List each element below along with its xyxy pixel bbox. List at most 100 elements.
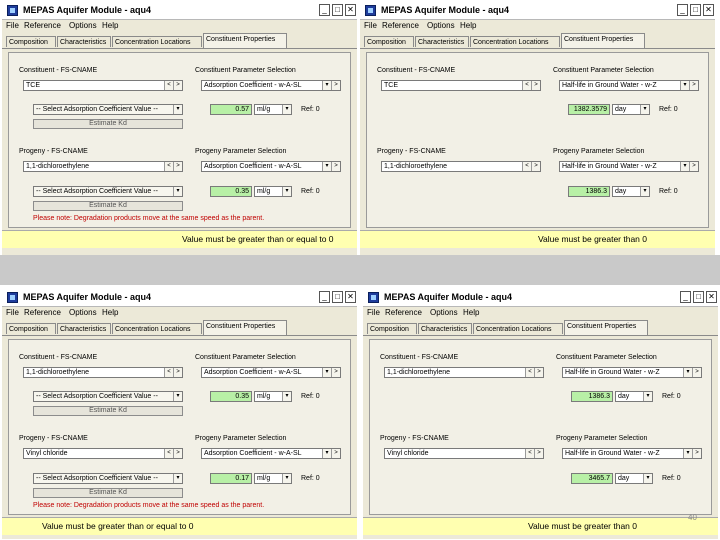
- chevron-down-icon[interactable]: ▾: [643, 392, 652, 401]
- prev-arrow-icon[interactable]: <: [164, 162, 173, 171]
- next-arrow-icon[interactable]: >: [692, 449, 701, 458]
- progeny-param-select[interactable]: Half-life in Ground Water - w-Z ▾ >: [559, 161, 699, 172]
- tab-constituent-properties[interactable]: Constituent Properties: [203, 320, 287, 335]
- param-select[interactable]: Half-life in Ground Water - w-Z ▾ >: [562, 367, 702, 378]
- close-icon[interactable]: ✕: [345, 291, 356, 303]
- tab-concentration-locations[interactable]: Concentration Locations: [112, 36, 202, 47]
- unit-select[interactable]: day ▾: [615, 391, 653, 402]
- chevron-down-icon[interactable]: ▾: [322, 449, 331, 458]
- adsorption-coefficient-select[interactable]: -- Select Adsorption Coefficient Value -…: [33, 391, 183, 402]
- unit-select[interactable]: ml/g ▾: [254, 104, 292, 115]
- chevron-down-icon[interactable]: ▾: [680, 81, 689, 90]
- chevron-down-icon[interactable]: ▾: [282, 105, 291, 114]
- tab-constituent-properties[interactable]: Constituent Properties: [564, 320, 648, 335]
- next-arrow-icon[interactable]: >: [331, 368, 340, 377]
- next-arrow-icon[interactable]: >: [531, 81, 540, 90]
- reference-label[interactable]: Ref: 0: [662, 393, 681, 400]
- progeny-select[interactable]: 1,1-dichloroethylene < >: [23, 161, 183, 172]
- progeny-reference-label[interactable]: Ref: 0: [301, 188, 320, 195]
- progeny-adsorption-select[interactable]: -- Select Adsorption Coefficient Value -…: [33, 473, 183, 484]
- minimize-icon[interactable]: _: [677, 4, 688, 16]
- progeny-adsorption-select[interactable]: -- Select Adsorption Coefficient Value -…: [33, 186, 183, 197]
- maximize-icon[interactable]: □: [332, 4, 343, 16]
- menu-options[interactable]: Options: [430, 308, 458, 317]
- progeny-param-select[interactable]: Adsorption Coefficient - w-A-SL ▾ >: [201, 448, 341, 459]
- menu-file[interactable]: File: [6, 308, 19, 317]
- next-arrow-icon[interactable]: >: [689, 81, 698, 90]
- progeny-value-input[interactable]: 0.35: [210, 186, 252, 197]
- chevron-down-icon[interactable]: ▾: [640, 187, 649, 196]
- next-arrow-icon[interactable]: >: [531, 162, 540, 171]
- menu-reference[interactable]: Reference: [24, 308, 61, 317]
- progeny-reference-label[interactable]: Ref: 0: [659, 188, 678, 195]
- menu-options[interactable]: Options: [69, 21, 97, 30]
- progeny-reference-label[interactable]: Ref: 0: [662, 475, 681, 482]
- tab-characteristics[interactable]: Characteristics: [418, 323, 472, 334]
- value-input[interactable]: 1382.3579: [568, 104, 610, 115]
- menu-help[interactable]: Help: [102, 21, 118, 30]
- next-arrow-icon[interactable]: >: [331, 81, 340, 90]
- progeny-param-select[interactable]: Adsorption Coefficient - w-A-SL ▾ >: [201, 161, 341, 172]
- close-icon[interactable]: ✕: [703, 4, 714, 16]
- tab-concentration-locations[interactable]: Concentration Locations: [112, 323, 202, 334]
- progeny-unit-select[interactable]: ml/g ▾: [254, 473, 292, 484]
- progeny-unit-select[interactable]: ml/g ▾: [254, 186, 292, 197]
- prev-arrow-icon[interactable]: <: [164, 449, 173, 458]
- chevron-down-icon[interactable]: ▾: [683, 449, 692, 458]
- prev-arrow-icon[interactable]: <: [164, 81, 173, 90]
- estimate-kd-button[interactable]: Estimate Kd: [33, 406, 183, 416]
- menu-file[interactable]: File: [6, 21, 19, 30]
- constituent-select[interactable]: TCE < >: [23, 80, 183, 91]
- tab-composition[interactable]: Composition: [6, 323, 56, 334]
- next-arrow-icon[interactable]: >: [173, 368, 182, 377]
- progeny-unit-select[interactable]: day ▾: [615, 473, 653, 484]
- chevron-down-icon[interactable]: ▾: [173, 105, 182, 114]
- close-icon[interactable]: ✕: [345, 4, 356, 16]
- next-arrow-icon[interactable]: >: [173, 449, 182, 458]
- menu-reference[interactable]: Reference: [382, 21, 419, 30]
- tab-composition[interactable]: Composition: [367, 323, 417, 334]
- menu-file[interactable]: File: [367, 308, 380, 317]
- menu-options[interactable]: Options: [427, 21, 455, 30]
- menu-help[interactable]: Help: [463, 308, 479, 317]
- prev-arrow-icon[interactable]: <: [522, 162, 531, 171]
- prev-arrow-icon[interactable]: <: [164, 368, 173, 377]
- progeny-value-input[interactable]: 3465.7: [571, 473, 613, 484]
- tab-characteristics[interactable]: Characteristics: [415, 36, 469, 47]
- next-arrow-icon[interactable]: >: [692, 368, 701, 377]
- maximize-icon[interactable]: □: [690, 4, 701, 16]
- chevron-down-icon[interactable]: ▾: [173, 392, 182, 401]
- chevron-down-icon[interactable]: ▾: [282, 187, 291, 196]
- progeny-unit-select[interactable]: day ▾: [612, 186, 650, 197]
- tab-composition[interactable]: Composition: [364, 36, 414, 47]
- title-bar[interactable]: MEPAS Aquifer Module - aqu4 _ □ ✕: [363, 289, 718, 307]
- value-input[interactable]: 0.35: [210, 391, 252, 402]
- tab-constituent-properties[interactable]: Constituent Properties: [203, 33, 287, 48]
- minimize-icon[interactable]: _: [680, 291, 691, 303]
- tab-characteristics[interactable]: Characteristics: [57, 323, 111, 334]
- chevron-down-icon[interactable]: ▾: [282, 392, 291, 401]
- tab-concentration-locations[interactable]: Concentration Locations: [470, 36, 560, 47]
- value-input[interactable]: 0.57: [210, 104, 252, 115]
- chevron-down-icon[interactable]: ▾: [322, 162, 331, 171]
- progeny-value-input[interactable]: 1386.3: [568, 186, 610, 197]
- prev-arrow-icon[interactable]: <: [522, 81, 531, 90]
- next-arrow-icon[interactable]: >: [173, 81, 182, 90]
- menu-help[interactable]: Help: [460, 21, 476, 30]
- chevron-down-icon[interactable]: ▾: [322, 81, 331, 90]
- tab-concentration-locations[interactable]: Concentration Locations: [473, 323, 563, 334]
- prev-arrow-icon[interactable]: <: [525, 368, 534, 377]
- next-arrow-icon[interactable]: >: [534, 368, 543, 377]
- title-bar[interactable]: MEPAS Aquifer Module - aqu4 _ □ ✕: [2, 289, 357, 307]
- progeny-estimate-kd-button[interactable]: Estimate Kd: [33, 488, 183, 498]
- constituent-select[interactable]: 1,1-dichloroethylene < >: [23, 367, 183, 378]
- chevron-down-icon[interactable]: ▾: [322, 368, 331, 377]
- chevron-down-icon[interactable]: ▾: [680, 162, 689, 171]
- chevron-down-icon[interactable]: ▾: [640, 105, 649, 114]
- param-select[interactable]: Adsorption Coefficient - w-A-SL ▾ >: [201, 367, 341, 378]
- reference-label[interactable]: Ref: 0: [659, 106, 678, 113]
- param-select[interactable]: Half-life in Ground Water - w-Z ▾ >: [559, 80, 699, 91]
- chevron-down-icon[interactable]: ▾: [683, 368, 692, 377]
- title-bar[interactable]: MEPAS Aquifer Module - aqu4 _ □ ✕: [2, 2, 357, 20]
- unit-select[interactable]: ml/g ▾: [254, 391, 292, 402]
